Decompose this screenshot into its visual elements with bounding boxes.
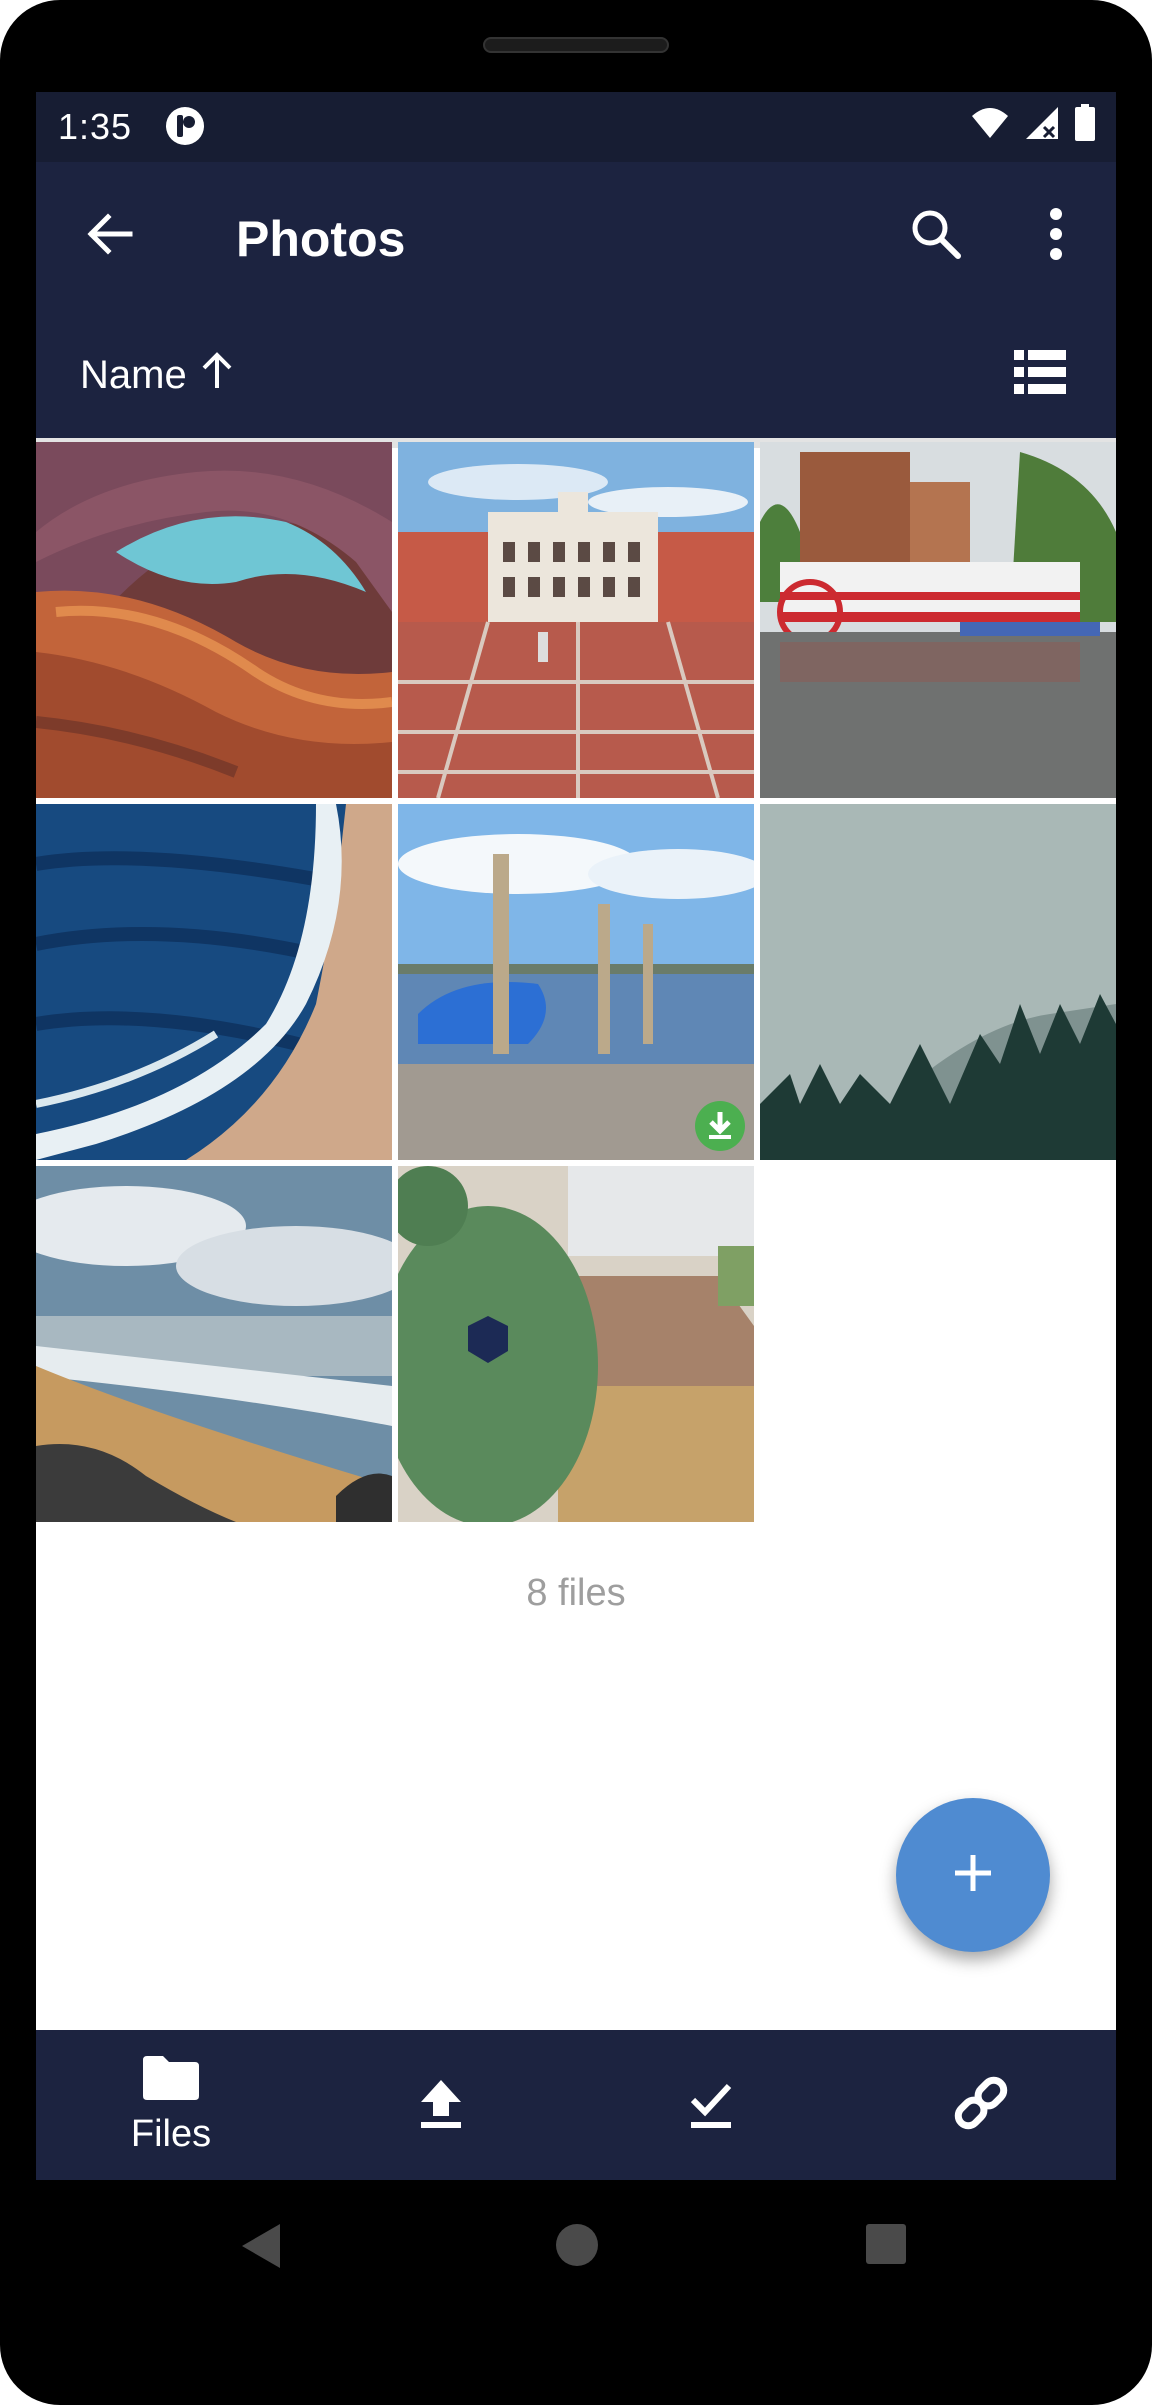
photo-thumbnail-lake-with-boat[interactable] <box>398 804 754 1160</box>
arrow-up-icon <box>199 350 235 400</box>
file-count-label: 8 files <box>526 1572 626 1614</box>
photo-thumbnail-misty-forest[interactable] <box>760 804 1116 1160</box>
app-toolbar: Photos <box>36 162 1116 312</box>
plus-icon <box>951 1851 995 1900</box>
back-arrow-icon[interactable] <box>82 206 138 262</box>
app-screen: 1:35 Photos Name 8 files Files <box>36 92 1116 2180</box>
nav-item-available-offline[interactable] <box>576 2030 846 2180</box>
nav-item-files[interactable]: Files <box>36 2030 306 2180</box>
system-status-icons <box>970 104 1096 147</box>
checkmark-icon <box>687 2076 735 2135</box>
battery-icon <box>1074 104 1096 147</box>
add-fab-button[interactable] <box>896 1798 1050 1952</box>
photo-thumbnail-town-square[interactable] <box>398 442 754 798</box>
status-bar: 1:35 <box>36 92 1116 162</box>
photo-thumbnail-cactus-logo[interactable] <box>398 1166 754 1522</box>
earpiece-speaker <box>483 37 669 53</box>
system-recents-icon[interactable] <box>864 2222 908 2271</box>
system-navigation-bar <box>0 2180 1152 2330</box>
link-icon <box>949 2071 1013 2140</box>
nav-item-files-label: Files <box>130 2113 212 2155</box>
more-options-icon[interactable] <box>1026 202 1086 266</box>
nav-item-uploads[interactable] <box>306 2030 576 2180</box>
upload-icon <box>417 2076 465 2135</box>
system-home-icon[interactable] <box>554 2222 600 2273</box>
sort-bar: Name <box>36 312 1116 438</box>
search-icon[interactable] <box>906 204 966 264</box>
wifi-icon <box>970 106 1010 145</box>
list-view-icon[interactable] <box>1014 350 1066 394</box>
sort-by-name-button[interactable]: Name <box>80 350 235 400</box>
page-title: Photos <box>236 211 406 267</box>
photo-thumbnail-paddle-steamer[interactable] <box>760 442 1116 798</box>
bottom-navigation: Files <box>36 2030 1116 2180</box>
app-notification-icon <box>164 105 206 147</box>
photo-thumbnail-ocean-waves[interactable] <box>36 804 392 1160</box>
device-frame: 1:35 Photos Name 8 files Files <box>0 0 1152 2405</box>
signal-icon <box>1024 105 1060 146</box>
photo-thumbnail-beach-clouds[interactable] <box>36 1166 392 1522</box>
status-time: 1:35 <box>58 106 133 147</box>
nav-item-shared-links[interactable] <box>846 2030 1116 2180</box>
system-back-icon[interactable] <box>240 2222 284 2275</box>
photo-thumbnail-antelope-canyon[interactable] <box>36 442 392 798</box>
folder-icon <box>141 2054 201 2107</box>
sort-label: Name <box>80 352 187 397</box>
downloaded-badge-icon <box>694 1100 746 1152</box>
